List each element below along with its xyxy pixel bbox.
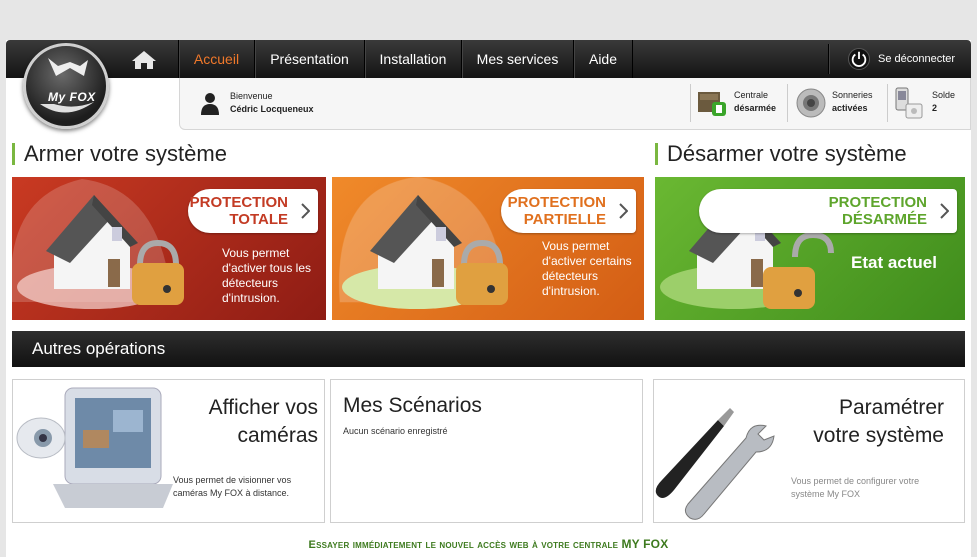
scenarios-empty-text: Aucun scénario enregistré bbox=[343, 426, 448, 436]
stat-solde-value: 2 bbox=[932, 103, 938, 113]
stat-centrale-value: désarmée bbox=[734, 103, 777, 113]
divider bbox=[828, 44, 829, 74]
scenarios-title: Mes Scénarios bbox=[343, 394, 482, 417]
chevron-right-icon bbox=[301, 203, 310, 219]
protection-totale-tile[interactable]: PROTECTION TOTALE Vous permet d'activer to… bbox=[12, 177, 326, 320]
protection-partielle-card[interactable]: PROTECTION PARTIELLE bbox=[501, 189, 636, 233]
alarm-box-icon[interactable] bbox=[696, 86, 730, 120]
stat-sonneries-value: activées bbox=[832, 103, 868, 113]
settings-box[interactable]: Paramétrer votre système Vous permet de c… bbox=[653, 379, 965, 523]
nav-mes-services[interactable]: Mes services bbox=[461, 40, 573, 78]
protection-partielle-tile[interactable]: PROTECTION PARTIELLE Vous permet d'activer… bbox=[332, 177, 644, 320]
tools-icon bbox=[655, 408, 775, 520]
nav-aide[interactable]: Aide bbox=[573, 40, 633, 78]
stat-centrale-label: Centrale bbox=[734, 90, 769, 100]
stat-sonneries-label: Sonneries bbox=[832, 90, 873, 100]
protection-desarmee-card: PROTECTION DÉSARMÉE bbox=[699, 189, 957, 233]
myfox-logo[interactable]: My FOX bbox=[23, 43, 109, 129]
divider bbox=[787, 84, 788, 122]
current-state-label: Etat actuel bbox=[851, 253, 937, 272]
logout-link[interactable]: Se déconnecter bbox=[878, 40, 955, 78]
protection-partielle-desc: Vous permet d'activer certains détecteurs d… bbox=[542, 239, 632, 298]
protection-desarmee-title: PROTECTION DÉSARMÉE bbox=[828, 194, 927, 228]
other-operations-bar: Autres opérations bbox=[12, 331, 965, 367]
cameras-desc: Vous permet de visionner vos caméras My F… bbox=[173, 475, 292, 498]
nav-installation[interactable]: Installation bbox=[364, 40, 461, 78]
protection-desarmee-tile[interactable]: PROTECTION DÉSARMÉE Etat actuel bbox=[655, 177, 965, 320]
divider bbox=[690, 84, 691, 122]
divider bbox=[887, 84, 888, 122]
user-icon bbox=[201, 93, 219, 115]
user-name: Cédric Locqueneux bbox=[230, 104, 314, 114]
protection-totale-card[interactable]: PROTECTION TOTALE bbox=[188, 189, 318, 233]
house-lock-icon bbox=[338, 177, 508, 309]
welcome-bar: Bienvenue Cédric Locqueneux Centrale dés… bbox=[179, 78, 971, 130]
page: Accueil Présentation Installation Mes se… bbox=[6, 40, 971, 557]
top-navbar: Accueil Présentation Installation Mes se… bbox=[6, 40, 971, 78]
stat-solde-label: Solde bbox=[932, 90, 956, 100]
welcome-greeting: Bienvenue bbox=[230, 91, 273, 101]
settings-title: Paramétrer votre système bbox=[813, 396, 944, 447]
phone-icon[interactable] bbox=[892, 86, 926, 120]
protection-totale-desc: Vous permet d'activer tous les détecteurs d… bbox=[222, 246, 311, 305]
disarm-section-title: Désarmer votre système bbox=[655, 143, 907, 165]
settings-desc: Vous permet de configurer votre système M… bbox=[791, 476, 920, 499]
siren-icon[interactable] bbox=[794, 86, 828, 120]
footer-promo-link[interactable]: Essayer immédiatement le nouvel accès we… bbox=[6, 537, 971, 551]
chevron-right-icon bbox=[619, 203, 628, 219]
chevron-right-icon bbox=[940, 203, 949, 219]
home-icon[interactable] bbox=[130, 49, 158, 71]
nav-presentation[interactable]: Présentation bbox=[254, 40, 364, 78]
camera-monitor-icon bbox=[16, 387, 173, 508]
arm-section-title: Armer votre système bbox=[12, 143, 227, 165]
power-icon[interactable] bbox=[848, 48, 870, 70]
protection-totale-title: PROTECTION TOTALE bbox=[189, 194, 288, 228]
cameras-title: Afficher vos caméras bbox=[208, 396, 318, 447]
fox-icon bbox=[40, 58, 94, 113]
nav-accueil[interactable]: Accueil bbox=[178, 40, 254, 78]
protection-partielle-title: PROTECTION PARTIELLE bbox=[507, 194, 606, 228]
scenarios-box[interactable]: Mes Scénarios Aucun scénario enregistré bbox=[330, 379, 643, 523]
cameras-box[interactable]: Afficher vos caméras Vous permet de visio… bbox=[12, 379, 325, 523]
logo-text: My FOX bbox=[48, 90, 96, 104]
house-lock-icon bbox=[12, 179, 184, 309]
